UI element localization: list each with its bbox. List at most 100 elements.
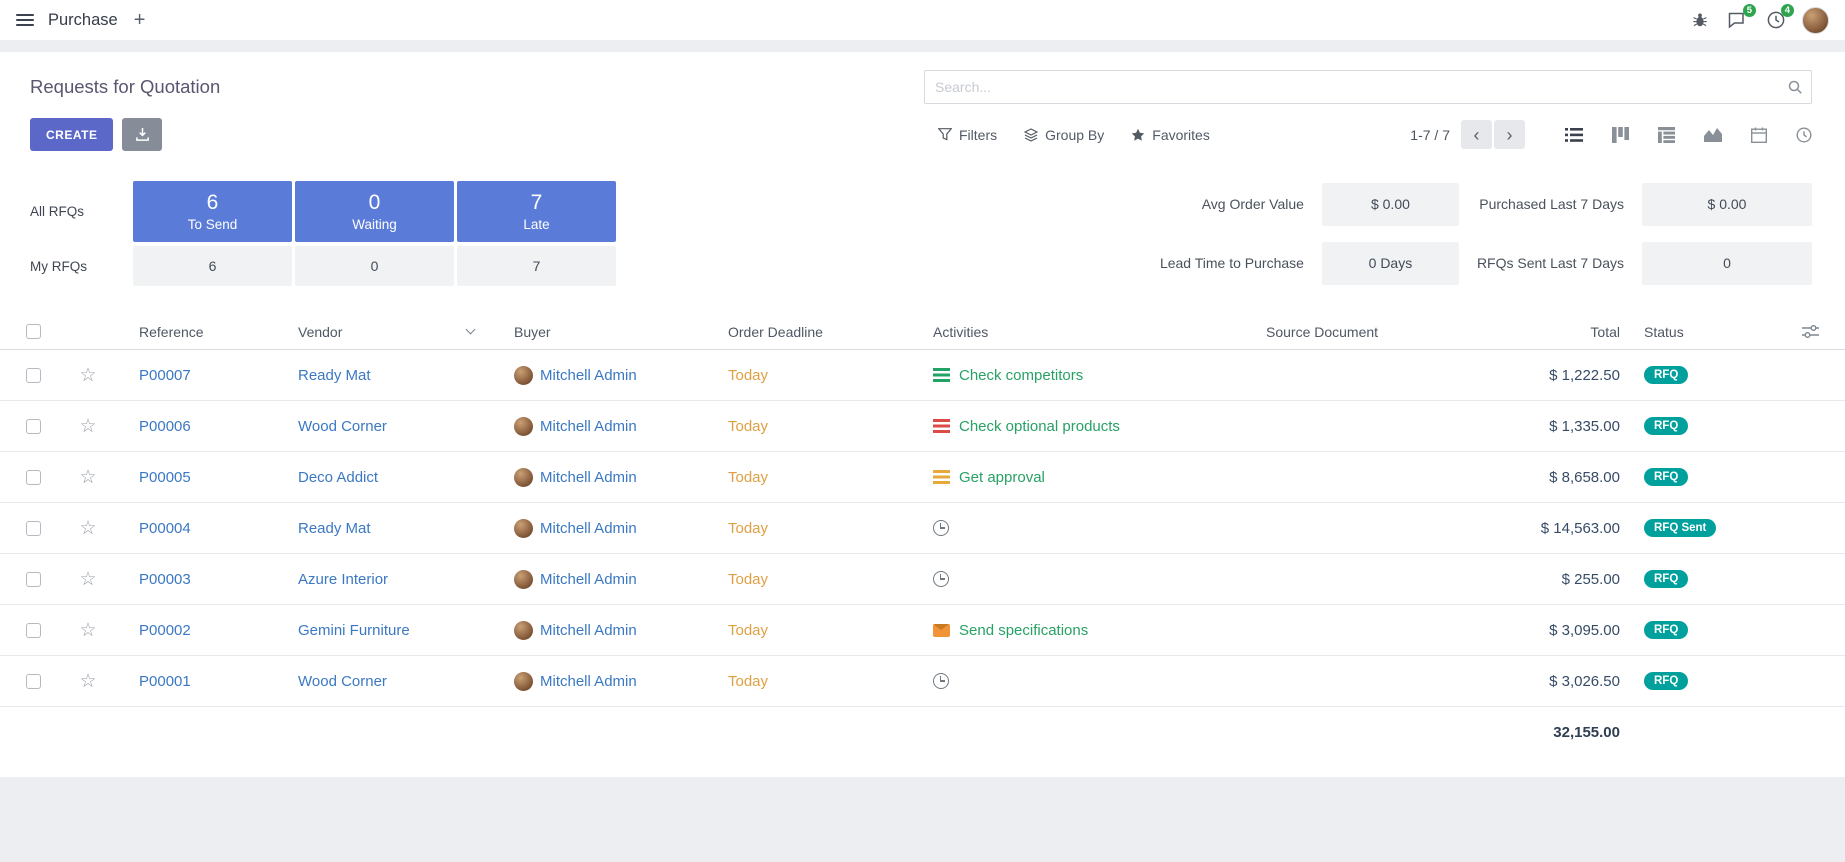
vendor-link[interactable]: Ready Mat [298,367,371,384]
graph-view-icon[interactable] [1704,127,1722,142]
status-badge: RFQ [1644,672,1688,690]
favorite-star-icon[interactable]: ☆ [79,468,96,487]
vendor-link[interactable]: Azure Interior [298,571,388,588]
buyer-link[interactable]: Mitchell Admin [540,622,637,639]
my-rfqs-label: My RFQs [30,246,130,286]
messages-icon[interactable]: 5 [1726,9,1749,32]
table-row[interactable]: ☆ P00006 Wood Corner Mitchell Admin Toda… [0,401,1845,452]
col-header-status[interactable]: Status [1628,324,1775,340]
table-row[interactable]: ☆ P00004 Ready Mat Mitchell Admin Today … [0,503,1845,554]
late-card[interactable]: 7 Late [457,181,616,242]
activity-link[interactable]: Check competitors [959,367,1083,384]
pivot-view-icon[interactable] [1658,127,1675,143]
my-waiting-box[interactable]: 0 [295,246,454,286]
table-row[interactable]: ☆ P00005 Deco Addict Mitchell Admin Toda… [0,452,1845,503]
activity-icon[interactable] [933,419,950,433]
app-name[interactable]: Purchase [48,11,118,30]
col-header-reference[interactable]: Reference [110,324,298,340]
reference-link[interactable]: P00006 [139,418,191,435]
pager-next-button[interactable]: › [1494,120,1525,149]
reference-link[interactable]: P00005 [139,469,191,486]
favorite-star-icon[interactable]: ☆ [79,570,96,589]
reference-link[interactable]: P00002 [139,622,191,639]
column-options-sliders-icon[interactable] [1802,324,1819,339]
waiting-card[interactable]: 0 Waiting [295,181,454,242]
create-button[interactable]: CREATE [30,118,113,151]
footer-total: 32,155.00 [1553,724,1620,741]
order-deadline: Today [728,571,768,588]
table-row[interactable]: ☆ P00003 Azure Interior Mitchell Admin T… [0,554,1845,605]
table-footer-row: 32,155.00 [0,707,1845,757]
group-by-button[interactable]: Group By [1024,127,1104,143]
search-input[interactable] [924,70,1812,104]
menu-icon[interactable] [16,14,34,26]
row-checkbox[interactable] [26,572,41,587]
col-header-total[interactable]: Total [1470,324,1628,340]
table-row[interactable]: ☆ P00007 Ready Mat Mitchell Admin Today … [0,350,1845,401]
my-to-send-box[interactable]: 6 [133,246,292,286]
user-avatar[interactable] [1802,7,1829,34]
buyer-link[interactable]: Mitchell Admin [540,469,637,486]
my-late-box[interactable]: 7 [457,246,616,286]
activity-link[interactable]: Send specifications [959,622,1088,639]
activities-clock-icon[interactable]: 4 [1764,9,1787,32]
debug-bug-icon[interactable] [1688,9,1711,32]
favorite-star-icon[interactable]: ☆ [79,366,96,385]
col-header-source[interactable]: Source Document [1266,324,1470,340]
search-bar [924,70,1812,104]
buyer-link[interactable]: Mitchell Admin [540,673,637,690]
pager-prev-button[interactable]: ‹ [1461,120,1492,149]
reference-link[interactable]: P00001 [139,673,191,690]
to-send-card[interactable]: 6 To Send [133,181,292,242]
row-checkbox[interactable] [26,470,41,485]
row-checkbox[interactable] [26,623,41,638]
activity-view-icon[interactable] [1796,127,1812,143]
calendar-view-icon[interactable] [1751,127,1767,143]
activity-icon[interactable] [933,470,950,484]
col-header-activities[interactable]: Activities [933,324,1266,340]
messages-badge: 5 [1743,4,1756,17]
activity-icon[interactable] [933,673,949,689]
activity-icon[interactable] [933,624,950,637]
vendor-link[interactable]: Wood Corner [298,418,387,435]
table-row[interactable]: ☆ P00002 Gemini Furniture Mitchell Admin… [0,605,1845,656]
plus-icon[interactable]: + [134,10,146,30]
lead-time-value: 0 Days [1322,242,1459,285]
list-view-icon[interactable] [1565,127,1583,143]
buyer-link[interactable]: Mitchell Admin [540,418,637,435]
vendor-link[interactable]: Gemini Furniture [298,622,410,639]
favorite-star-icon[interactable]: ☆ [79,672,96,691]
table-row[interactable]: ☆ P00001 Wood Corner Mitchell Admin Toda… [0,656,1845,707]
vendor-link[interactable]: Wood Corner [298,673,387,690]
activity-link[interactable]: Check optional products [959,418,1120,435]
favorite-star-icon[interactable]: ☆ [79,519,96,538]
buyer-link[interactable]: Mitchell Admin [540,571,637,588]
favorite-star-icon[interactable]: ☆ [79,417,96,436]
reference-link[interactable]: P00004 [139,520,191,537]
kanban-view-icon[interactable] [1612,127,1629,143]
reference-link[interactable]: P00003 [139,571,191,588]
search-icon[interactable] [1787,79,1803,99]
vendor-link[interactable]: Ready Mat [298,520,371,537]
export-button[interactable] [122,118,162,151]
buyer-link[interactable]: Mitchell Admin [540,367,637,384]
row-checkbox[interactable] [26,368,41,383]
activity-icon[interactable] [933,368,950,382]
activity-icon[interactable] [933,520,949,536]
row-checkbox[interactable] [26,419,41,434]
col-header-buyer[interactable]: Buyer [506,324,728,340]
buyer-link[interactable]: Mitchell Admin [540,520,637,537]
favorites-button[interactable]: Favorites [1131,127,1210,143]
filters-button[interactable]: Filters [938,127,997,143]
col-header-vendor[interactable]: Vendor [298,324,506,340]
row-checkbox[interactable] [26,521,41,536]
funnel-icon [938,128,952,141]
vendor-link[interactable]: Deco Addict [298,469,378,486]
reference-link[interactable]: P00007 [139,367,191,384]
activity-icon[interactable] [933,571,949,587]
favorite-star-icon[interactable]: ☆ [79,621,96,640]
select-all-checkbox[interactable] [26,324,41,339]
row-checkbox[interactable] [26,674,41,689]
col-header-deadline[interactable]: Order Deadline [728,324,933,340]
activity-link[interactable]: Get approval [959,469,1045,486]
